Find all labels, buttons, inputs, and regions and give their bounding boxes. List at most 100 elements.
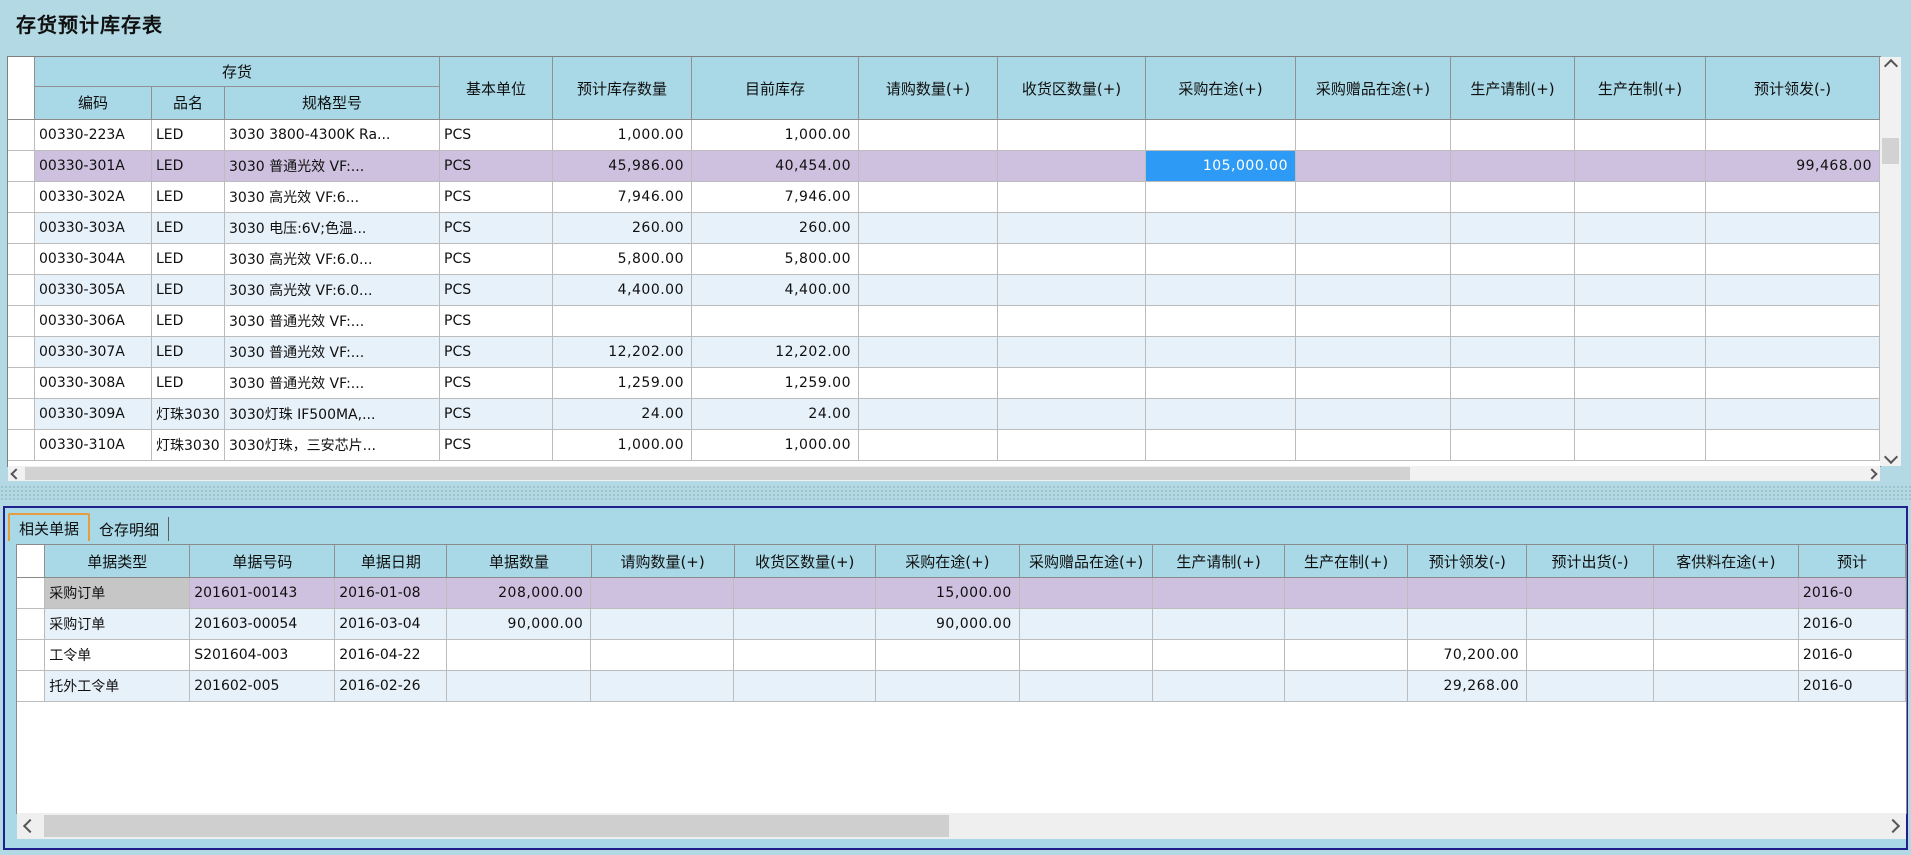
- grid-cell[interactable]: [1706, 120, 1880, 150]
- inventory-row[interactable]: 00330-303ALED3030 电压:6V;色温...PCS260.0026…: [8, 213, 1880, 244]
- scroll-right-button[interactable]: [1880, 813, 1906, 839]
- grid-cell[interactable]: [1451, 213, 1575, 243]
- grid-cell[interactable]: 29,268.00: [1408, 671, 1527, 701]
- grid-cell[interactable]: PCS: [440, 306, 553, 336]
- row-selector-cell[interactable]: [8, 120, 35, 150]
- grid-cell[interactable]: LED: [152, 337, 225, 367]
- grid-cell[interactable]: [1575, 306, 1706, 336]
- grid-cell[interactable]: 260.00: [692, 213, 859, 243]
- document-row[interactable]: 采购订单201601-001432016-01-08208,000.0015,0…: [17, 578, 1906, 609]
- grid-cell[interactable]: [1654, 671, 1799, 701]
- grid-cell[interactable]: [1296, 399, 1451, 429]
- grid-cell[interactable]: [1296, 182, 1451, 212]
- grid-cell[interactable]: 208,000.00: [447, 578, 591, 608]
- grid-cell[interactable]: [1296, 430, 1451, 460]
- inventory-row[interactable]: 00330-306ALED3030 普通光效 VF:...PCS: [8, 306, 1880, 337]
- grid-cell[interactable]: [1285, 640, 1409, 670]
- grid-cell[interactable]: 24.00: [553, 399, 692, 429]
- grid-cell[interactable]: PCS: [440, 120, 553, 150]
- grid-cell[interactable]: 00330-309A: [35, 399, 152, 429]
- grid-cell[interactable]: 灯珠3030: [152, 399, 225, 429]
- grid-cell[interactable]: [859, 213, 998, 243]
- grid-cell[interactable]: 15,000.00: [876, 578, 1020, 608]
- grid-cell[interactable]: [1654, 578, 1799, 608]
- grid-cell[interactable]: [1575, 244, 1706, 274]
- grid-cell[interactable]: [998, 213, 1146, 243]
- scroll-up-button[interactable]: [1880, 57, 1901, 75]
- grid-cell[interactable]: 105,000.00: [1146, 151, 1296, 181]
- grid-cell[interactable]: PCS: [440, 430, 553, 460]
- grid-cell[interactable]: [1153, 671, 1284, 701]
- grid-cell[interactable]: 托外工令单: [45, 671, 190, 701]
- grid-cell[interactable]: LED: [152, 275, 225, 305]
- grid-cell[interactable]: [1296, 244, 1451, 274]
- grid-cell[interactable]: [553, 306, 692, 336]
- grid-cell[interactable]: [876, 640, 1020, 670]
- scroll-down-button[interactable]: [1880, 448, 1901, 466]
- grid-cell[interactable]: [859, 306, 998, 336]
- grid-cell[interactable]: 24.00: [692, 399, 859, 429]
- grid-cell[interactable]: LED: [152, 368, 225, 398]
- grid-cell[interactable]: [1706, 368, 1880, 398]
- grid-cell[interactable]: 1,259.00: [553, 368, 692, 398]
- inventory-row[interactable]: 00330-305ALED3030 高光效 VF:6.0...PCS4,400.…: [8, 275, 1880, 306]
- grid-cell[interactable]: 5,800.00: [553, 244, 692, 274]
- grid-cell[interactable]: 201603-00054: [190, 609, 335, 639]
- grid-cell[interactable]: [1020, 640, 1153, 670]
- grid-cell[interactable]: 3030 高光效 VF:6.0...: [225, 275, 440, 305]
- grid-cell[interactable]: [1296, 306, 1451, 336]
- grid-cell[interactable]: [859, 244, 998, 274]
- document-row[interactable]: 工令单S201604-0032016-04-2270,200.002016-0: [17, 640, 1906, 671]
- grid-cell[interactable]: [1706, 430, 1880, 460]
- grid-cell[interactable]: PCS: [440, 275, 553, 305]
- grid-cell[interactable]: PCS: [440, 399, 553, 429]
- grid-cell[interactable]: [1575, 182, 1706, 212]
- grid-cell[interactable]: [1451, 151, 1575, 181]
- grid-cell[interactable]: 2016-02-26: [335, 671, 447, 701]
- grid-cell[interactable]: [859, 120, 998, 150]
- grid-cell[interactable]: 3030 普通光效 VF:...: [225, 151, 440, 181]
- grid-cell[interactable]: PCS: [440, 337, 553, 367]
- grid-cell[interactable]: [859, 337, 998, 367]
- grid-cell[interactable]: [1153, 640, 1284, 670]
- grid-cell[interactable]: 2016-0: [1799, 671, 1906, 701]
- grid-cell[interactable]: 3030 普通光效 VF:...: [225, 368, 440, 398]
- grid-cell[interactable]: [859, 182, 998, 212]
- grid-cell[interactable]: 5,800.00: [692, 244, 859, 274]
- row-selector-cell[interactable]: [8, 244, 35, 274]
- inventory-row[interactable]: 00330-308ALED3030 普通光效 VF:...PCS1,259.00…: [8, 368, 1880, 399]
- hscrollbar-thumb[interactable]: [25, 467, 1410, 480]
- grid-cell[interactable]: [447, 640, 591, 670]
- grid-cell[interactable]: [1575, 213, 1706, 243]
- grid-cell[interactable]: [1527, 640, 1654, 670]
- grid-cell[interactable]: [1654, 609, 1799, 639]
- grid-cell[interactable]: LED: [152, 213, 225, 243]
- top-table-vscrollbar[interactable]: [1880, 57, 1901, 466]
- top-table-hscrollbar[interactable]: [8, 466, 1880, 481]
- grid-cell[interactable]: 00330-305A: [35, 275, 152, 305]
- row-selector-cell[interactable]: [8, 399, 35, 429]
- scroll-left-button[interactable]: [17, 813, 43, 839]
- grid-cell[interactable]: [1296, 368, 1451, 398]
- grid-cell[interactable]: 00330-306A: [35, 306, 152, 336]
- inventory-row[interactable]: 00330-302ALED3030 高光效 VF:6...PCS7,946.00…: [8, 182, 1880, 213]
- grid-cell[interactable]: LED: [152, 306, 225, 336]
- grid-cell[interactable]: 45,986.00: [553, 151, 692, 181]
- grid-cell[interactable]: LED: [152, 182, 225, 212]
- grid-cell[interactable]: 3030灯珠，三安芯片...: [225, 430, 440, 460]
- grid-cell[interactable]: [1451, 430, 1575, 460]
- grid-cell[interactable]: [591, 578, 734, 608]
- grid-cell[interactable]: 90,000.00: [876, 609, 1020, 639]
- grid-cell[interactable]: [1527, 671, 1654, 701]
- grid-cell[interactable]: 2016-04-22: [335, 640, 447, 670]
- grid-cell[interactable]: [876, 671, 1020, 701]
- inventory-row[interactable]: 00330-304ALED3030 高光效 VF:6.0...PCS5,800.…: [8, 244, 1880, 275]
- grid-cell[interactable]: 00330-302A: [35, 182, 152, 212]
- grid-cell[interactable]: [1451, 399, 1575, 429]
- grid-cell[interactable]: [447, 671, 591, 701]
- grid-cell[interactable]: [1146, 213, 1296, 243]
- grid-cell[interactable]: [1153, 609, 1284, 639]
- grid-cell[interactable]: 201601-00143: [190, 578, 335, 608]
- grid-cell[interactable]: [998, 151, 1146, 181]
- grid-cell[interactable]: 4,400.00: [553, 275, 692, 305]
